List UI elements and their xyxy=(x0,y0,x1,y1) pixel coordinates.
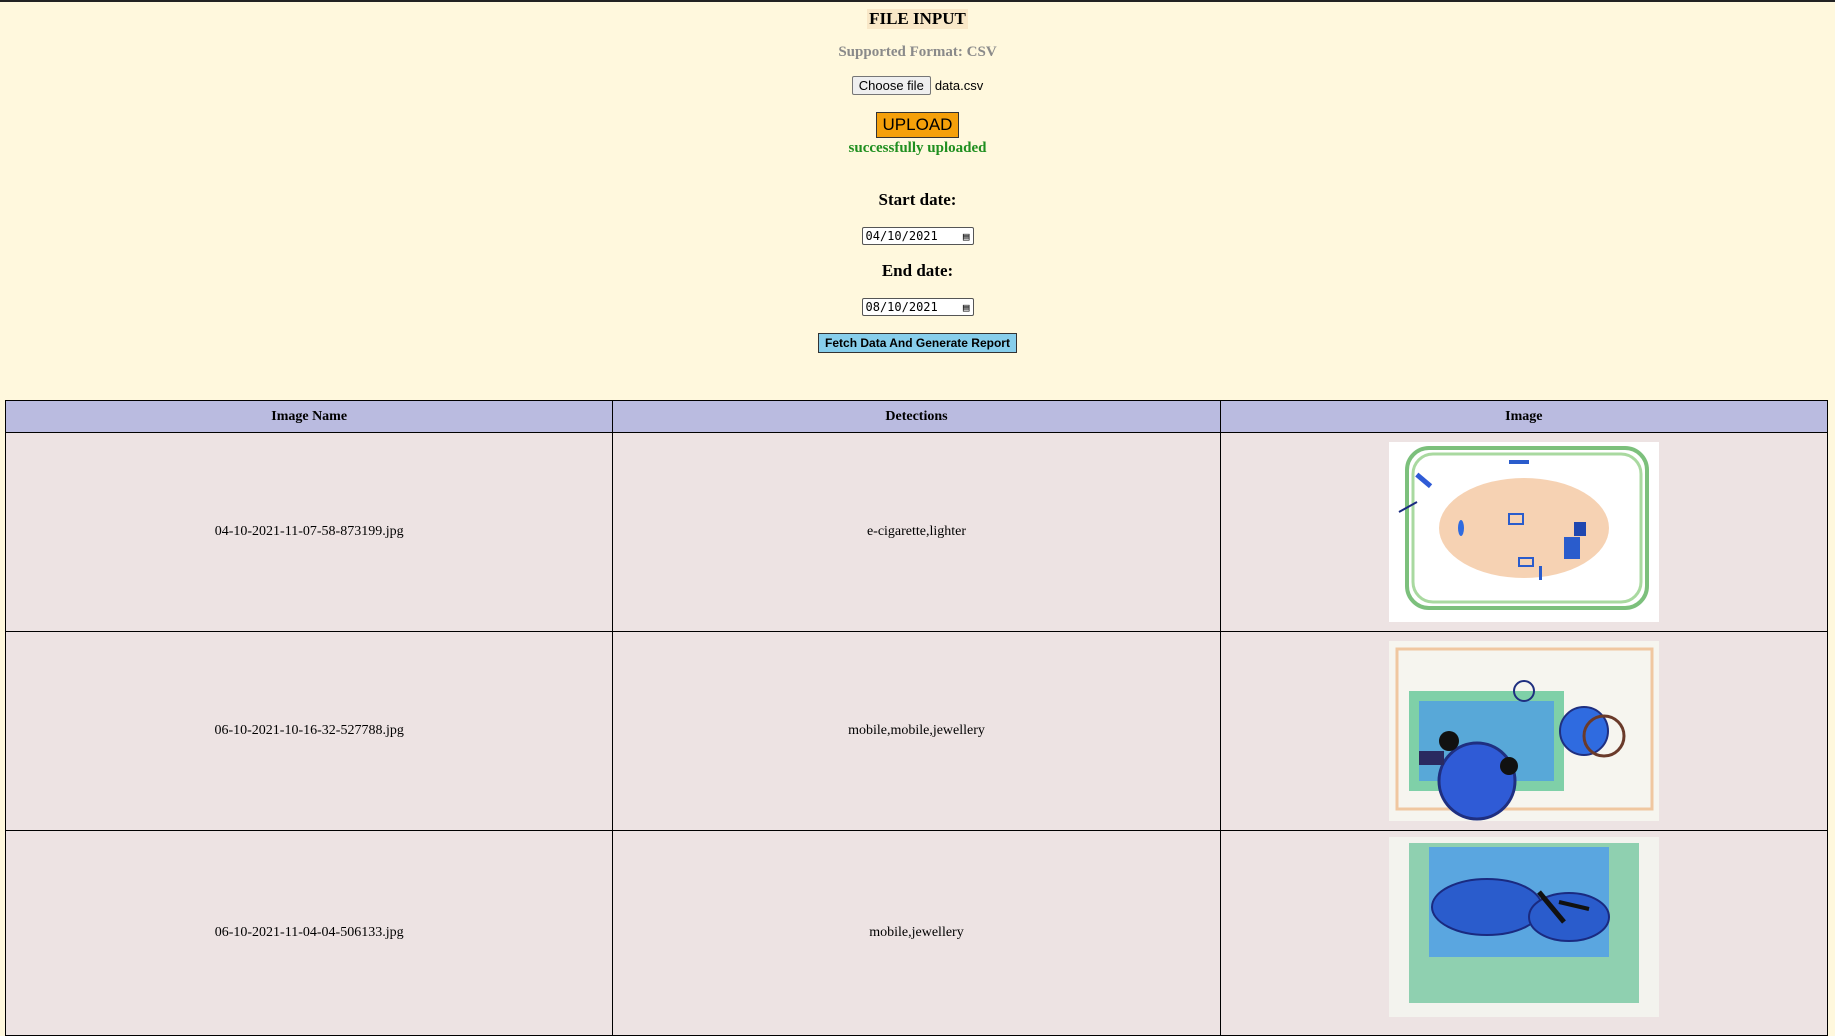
column-header-image-name: Image Name xyxy=(4,400,614,433)
page-title: FILE INPUT xyxy=(867,9,968,29)
end-date-label: End date: xyxy=(881,261,954,280)
image-cell xyxy=(1219,631,1829,831)
image-name-cell: 06-10-2021-10-16-32-527788.jpg xyxy=(4,631,614,831)
start-date-input[interactable]: 04/10/2021 ▤ xyxy=(861,227,974,245)
detections-cell: mobile,mobile,jewellery xyxy=(612,631,1221,831)
start-date-label: Start date: xyxy=(878,190,957,209)
upload-status: successfully uploaded xyxy=(848,140,987,156)
image-cell xyxy=(1219,432,1829,632)
file-input[interactable]: Choose file data.csv xyxy=(0,76,1835,95)
table-row: 06-10-2021-10-16-32-527788.jpg mobile,mo… xyxy=(4,631,1829,831)
image-cell xyxy=(1219,830,1829,1036)
table-header-row: Image Name Detections Image xyxy=(4,400,1829,433)
column-header-detections: Detections xyxy=(612,400,1221,433)
report-table: Image Name Detections Image 04-10-2021-1… xyxy=(4,400,1829,1036)
upload-button[interactable]: UPLOAD xyxy=(875,112,960,138)
end-date-value: 08/10/2021 xyxy=(865,300,938,314)
supported-format-text: Supported Format: CSV xyxy=(838,44,997,60)
image-name-cell: 06-10-2021-11-04-04-506133.jpg xyxy=(4,830,614,1036)
fetch-report-button[interactable]: Fetch Data And Generate Report xyxy=(818,333,1017,353)
detections-cell: e-cigarette,lighter xyxy=(612,432,1221,632)
calendar-icon[interactable]: ▤ xyxy=(963,230,970,243)
xray-image xyxy=(1388,442,1659,622)
xray-image xyxy=(1388,837,1659,1017)
image-name-cell: 04-10-2021-11-07-58-873199.jpg xyxy=(4,432,614,632)
xray-image xyxy=(1388,641,1659,821)
file-name: data.csv xyxy=(934,78,984,93)
calendar-icon[interactable]: ▤ xyxy=(963,301,970,314)
table-row: 04-10-2021-11-07-58-873199.jpg e-cigaret… xyxy=(4,432,1829,632)
detections-cell: mobile,jewellery xyxy=(612,830,1221,1036)
choose-file-button[interactable]: Choose file xyxy=(851,76,931,95)
start-date-value: 04/10/2021 xyxy=(865,229,938,243)
end-date-input[interactable]: 08/10/2021 ▤ xyxy=(861,298,974,316)
file-input-panel: FILE INPUT Supported Format: CSV Choose … xyxy=(0,2,1835,353)
column-header-image: Image xyxy=(1219,400,1829,433)
table-row: 06-10-2021-11-04-04-506133.jpg mobile,je… xyxy=(4,830,1829,1036)
